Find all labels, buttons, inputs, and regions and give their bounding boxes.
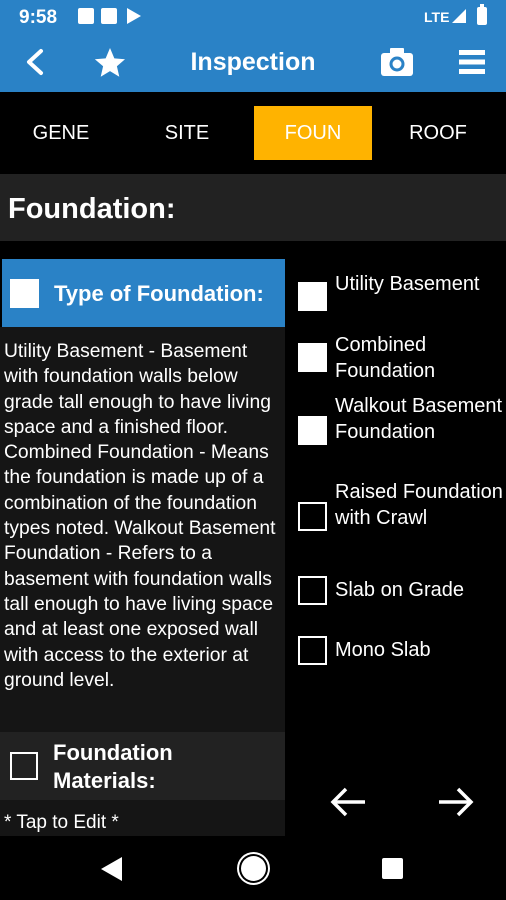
arrow-right-icon[interactable] — [437, 786, 475, 818]
outlook-icon — [78, 8, 94, 24]
nav-back-icon[interactable] — [101, 857, 122, 881]
option-label: Walkout Basement Foundation — [335, 395, 503, 443]
app-bar: Inspection — [0, 33, 506, 92]
foundation-materials-label: Foundation Materials: — [53, 740, 173, 793]
section-header: Foundation: — [0, 174, 506, 241]
menu-icon[interactable] — [459, 49, 485, 75]
tab-general[interactable]: GENE — [2, 106, 120, 160]
nav-home-icon[interactable] — [241, 856, 266, 881]
option-label: Slab on Grade — [335, 579, 464, 601]
tap-to-edit-text: * Tap to Edit * — [4, 812, 119, 833]
option-label: Mono Slab — [335, 639, 431, 661]
type-of-foundation-label: Type of Foundation: — [54, 281, 264, 306]
network-type: LTE — [424, 9, 450, 25]
arrow-left-icon[interactable] — [329, 786, 367, 818]
tab-site[interactable]: SITE — [128, 106, 246, 160]
tab-roof[interactable]: ROOF — [379, 106, 497, 160]
type-of-foundation-checkbox[interactable] — [10, 279, 39, 308]
notification-icons — [78, 8, 141, 24]
nav-recents-icon[interactable] — [382, 858, 403, 879]
foundation-materials-checkbox[interactable] — [10, 752, 38, 780]
option-checkbox[interactable] — [298, 282, 327, 311]
foundation-description-panel: Utility Basement - Basement with foundat… — [0, 327, 285, 732]
foundation-materials-header[interactable]: Foundation Materials: — [0, 732, 285, 800]
tab-foundation[interactable]: FOUN — [254, 106, 372, 160]
option-checkbox[interactable] — [298, 636, 327, 665]
foundation-materials-edit[interactable]: * Tap to Edit * — [0, 800, 285, 836]
signal-icon — [452, 9, 466, 23]
page-title: Inspection — [190, 48, 316, 76]
status-bar: 9:58 LTE — [0, 0, 506, 33]
battery-icon — [477, 4, 487, 25]
system-navigation-bar — [0, 836, 506, 900]
option-checkbox[interactable] — [298, 343, 327, 372]
camera-icon[interactable] — [380, 47, 414, 77]
status-time: 9:58 — [19, 7, 58, 28]
section-title: Foundation: — [8, 193, 176, 225]
section-tabs: GENE SITE FOUN ROOF — [0, 92, 506, 174]
option-label: Raised Foundation with Crawl — [335, 481, 503, 529]
option-checkbox[interactable] — [298, 416, 327, 445]
option-checkbox[interactable] — [298, 576, 327, 605]
type-of-foundation-header[interactable]: Type of Foundation: — [2, 259, 285, 327]
foundation-description-text: Utility Basement - Basement with foundat… — [4, 341, 276, 691]
option-label: Combined Foundation — [335, 334, 436, 382]
option-checkbox[interactable] — [298, 502, 327, 531]
play-store-icon — [127, 8, 141, 24]
option-label: Utility Basement — [335, 273, 480, 295]
outlook-icon — [101, 8, 117, 24]
